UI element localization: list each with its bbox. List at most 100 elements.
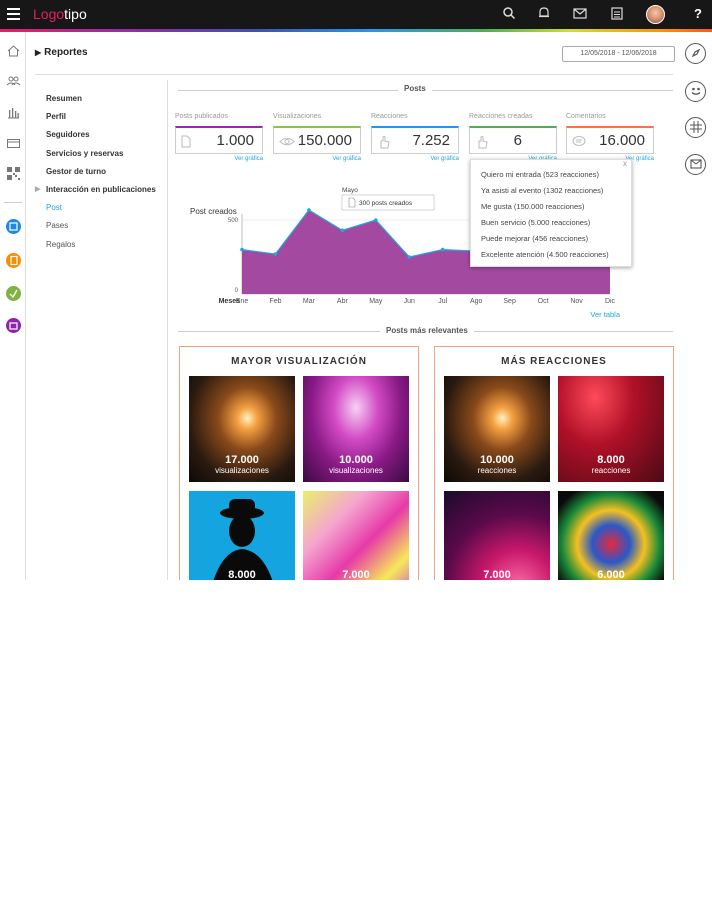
stat-box: 150.000: [273, 126, 361, 154]
app-green-icon[interactable]: [6, 286, 21, 301]
posts-section-title: Posts: [398, 84, 432, 93]
nav-item-servicios[interactable]: Servicios y reservas: [46, 149, 156, 167]
message-box-icon[interactable]: [685, 154, 706, 175]
nav-item-gestor-turno[interactable]: Gestor de turno: [46, 167, 156, 185]
x-tick-label: Jul: [438, 298, 447, 305]
ver-grafica-link[interactable]: Ver gráfica: [371, 156, 459, 162]
x-tick-label: Feb: [269, 298, 281, 305]
bar-chart-icon[interactable]: [6, 105, 21, 120]
stat-visualizaciones: Visualizaciones 150.000 Ver gráfica: [273, 113, 361, 162]
app-purple-icon[interactable]: [6, 318, 21, 333]
stat-box: 6: [469, 126, 557, 154]
nav-item-perfil[interactable]: Perfil: [46, 112, 156, 130]
relevant-section-title: Posts más relevantes: [380, 326, 474, 335]
header-divider: [35, 74, 673, 75]
content-divider: [167, 80, 168, 580]
color-stripe: [0, 29, 712, 32]
user-avatar[interactable]: [646, 5, 665, 24]
nav-item-interaccion[interactable]: ▶ Interacción en publicaciones: [35, 185, 156, 203]
right-rail: [683, 32, 712, 232]
document-icon: [181, 135, 192, 148]
data-point: [340, 228, 345, 233]
x-tick-label: Sep: [503, 298, 516, 305]
post-tile-concert[interactable]: 17.000 visualizaciones: [189, 376, 295, 482]
bell-icon[interactable]: [536, 6, 552, 22]
post-tile-singer[interactable]: 8.000 reacciones: [558, 376, 664, 482]
page-title: ▶ Reportes: [35, 47, 88, 58]
caret-right-icon: ▶: [35, 185, 41, 193]
stat-box: 16.000: [566, 126, 654, 154]
card-mas-reacciones: MÁS REACCIONES 10.000 reacciones 8.000 r…: [434, 346, 674, 580]
post-tile-art[interactable]: 6.000: [558, 491, 664, 580]
post-tile-dj[interactable]: 8.000: [189, 491, 295, 580]
mail-icon[interactable]: [572, 6, 588, 22]
reaction-item: Buen servicio (5.000 reacciones): [481, 218, 591, 227]
card-mayor-visualizacion: MAYOR VISUALIZACIÓN 17.000 visualizacion…: [179, 346, 419, 580]
y-axis-label: Post creados: [190, 207, 237, 216]
rail-divider: [4, 202, 22, 203]
caret-right-icon: ▶: [35, 48, 42, 57]
nav-item-post[interactable]: Post: [46, 203, 156, 221]
reaction-item: Quiero mi entrada (523 reacciones): [481, 170, 599, 179]
calendar-icon[interactable]: [609, 6, 625, 22]
top-bar: Logotipo ?: [0, 0, 712, 29]
nav-item-pases[interactable]: Pases: [46, 221, 156, 239]
data-point: [440, 247, 445, 252]
x-tick-label: Dic: [605, 298, 616, 305]
grid-icon[interactable]: [685, 117, 706, 138]
home-icon[interactable]: [6, 43, 21, 58]
card-icon[interactable]: [6, 136, 21, 151]
reaction-item: Ya asisti al evento (1302 reacciones): [481, 186, 604, 195]
help-icon[interactable]: ?: [690, 6, 706, 22]
stat-comentarios: Comentarios 16.000 Ver gráfica: [566, 113, 654, 162]
nav-item-resumen[interactable]: Resumen: [46, 94, 156, 112]
data-point: [374, 218, 378, 222]
date-range-picker[interactable]: 12/05/2018 - 12/06/2018: [562, 46, 675, 62]
x-tick-label: Nov: [570, 298, 583, 305]
x-axis-label: Meses: [219, 298, 241, 305]
qr-code-icon[interactable]: [6, 166, 21, 181]
comment-icon: [572, 135, 586, 148]
stat-posts-publicados: Posts publicados 1.000 Ver gráfica: [175, 113, 263, 162]
post-tile-colors[interactable]: 7.000: [303, 491, 409, 580]
x-tick-label: May: [369, 298, 383, 305]
x-tick-label: Oct: [538, 298, 549, 305]
card-title: MÁS REACCIONES: [501, 356, 607, 367]
logo[interactable]: Logotipo: [33, 6, 87, 22]
data-point: [273, 252, 278, 256]
app-blue-icon[interactable]: [6, 219, 21, 234]
data-point: [307, 208, 311, 212]
app-orange-icon[interactable]: [6, 253, 21, 268]
tooltip-text: 300 posts creados: [359, 200, 413, 207]
close-icon[interactable]: x: [623, 159, 627, 168]
ver-tabla-link[interactable]: Ver tabla: [590, 310, 620, 319]
ver-grafica-link[interactable]: Ver gráfica: [175, 156, 263, 162]
search-icon[interactable]: [501, 6, 517, 22]
post-tile-party[interactable]: 10.000 visualizaciones: [303, 376, 409, 482]
nav-item-regalos[interactable]: Regalos: [46, 240, 156, 258]
x-tick-label: Mar: [303, 298, 316, 305]
post-tile-concert[interactable]: 10.000 reacciones: [444, 376, 550, 482]
data-point: [240, 247, 244, 252]
report-nav: Resumen Perfil Seguidores Servicios y re…: [35, 94, 156, 258]
data-point: [407, 255, 412, 259]
stat-box: 1.000: [175, 126, 263, 154]
reaction-item: Excelente atención (4.500 reacciones): [481, 250, 609, 259]
reactions-popup: x Quiero mi entrada (523 reacciones) Ya …: [470, 159, 632, 267]
card-title: MAYOR VISUALIZACIÓN: [231, 356, 367, 367]
eye-icon: [279, 135, 295, 148]
x-tick-label: Jun: [404, 298, 415, 305]
compass-icon[interactable]: [685, 43, 706, 64]
reaction-item: Me gusta (150.000 reacciones): [481, 202, 585, 211]
hand-plus-icon: [475, 135, 489, 149]
post-tile-vinyl[interactable]: 7.000: [444, 491, 550, 580]
x-tick-label: Ago: [470, 298, 483, 305]
users-icon[interactable]: [6, 74, 21, 89]
tooltip-month: Mayo: [342, 187, 358, 194]
ver-grafica-link[interactable]: Ver gráfica: [273, 156, 361, 162]
hamburger-menu-icon[interactable]: [7, 8, 20, 20]
hand-icon: [377, 135, 391, 149]
nav-item-seguidores[interactable]: Seguidores: [46, 130, 156, 148]
stat-box: 7.252: [371, 126, 459, 154]
smiley-icon[interactable]: [685, 81, 706, 102]
